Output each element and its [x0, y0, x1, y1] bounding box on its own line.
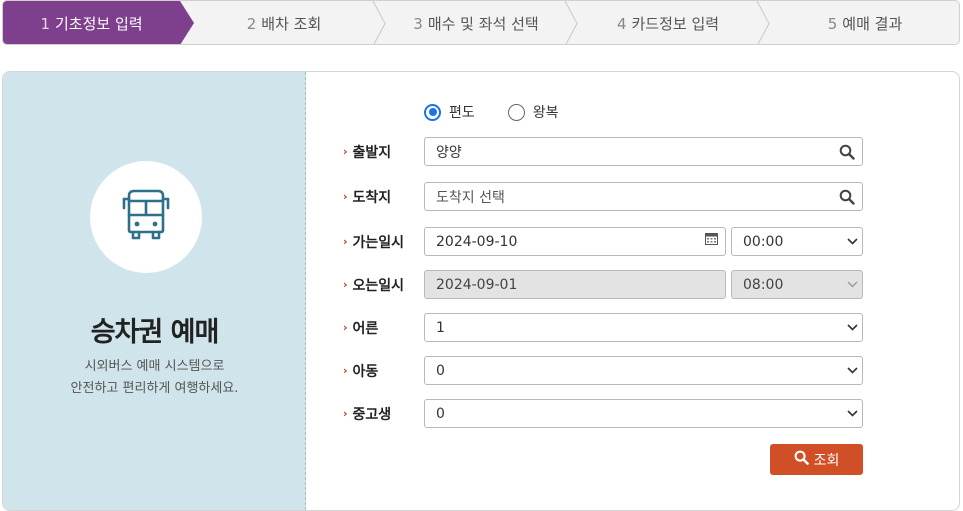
arrival-label: › 도착지 [343, 182, 391, 211]
step-divider [564, 1, 578, 44]
adult-row: › 어른 1 [343, 313, 863, 342]
chevron-right-icon: › [343, 190, 348, 203]
booking-description: 시외버스 예매 시스템으로 안전하고 편리하게 여행하세요. [3, 356, 306, 400]
step-1-label: 기초정보 입력 [54, 15, 143, 33]
student-count-value: 0 [436, 405, 445, 422]
arrival-placeholder: 도착지 선택 [436, 189, 505, 206]
departure-label-text: 출발지 [352, 144, 392, 161]
step-3-label: 매수 및 좌석 선택 [427, 15, 539, 33]
search-icon[interactable] [839, 189, 855, 209]
student-label: › 중고생 [343, 399, 391, 428]
depart-date-value: 2024-09-10 [436, 233, 518, 250]
step-5-number: 5 [827, 14, 838, 33]
student-count-select[interactable]: 0 [424, 399, 863, 428]
return-datetime-label: › 오는일시 [343, 270, 404, 299]
radio-selected-icon[interactable] [424, 103, 441, 121]
chevron-right-icon: › [343, 278, 348, 291]
round-trip-label: 왕복 [532, 105, 559, 121]
calendar-icon[interactable] [705, 232, 718, 249]
radio-unselected-icon[interactable] [507, 103, 525, 121]
step-4: 4 카드정보 입력 [578, 1, 758, 44]
departure-row: › 출발지 양양 [343, 137, 863, 166]
chevron-down-icon[interactable] [842, 228, 862, 255]
adult-count-select[interactable]: 1 [424, 313, 863, 342]
child-label-text: 아동 [352, 363, 379, 380]
step-divider [372, 1, 386, 44]
step-1: 1 기초정보 입력 [3, 1, 180, 44]
chevron-down-icon[interactable] [842, 314, 862, 341]
description-line-1: 시외버스 예매 시스템으로 [84, 359, 225, 374]
step-5: 5 예매 결과 [770, 1, 959, 44]
depart-datetime-row: › 가는일시 2024-09-10 00:00 [343, 227, 863, 256]
step-1-number: 1 [40, 14, 50, 33]
chevron-down-icon[interactable] [842, 400, 862, 427]
child-row: › 아동 0 [343, 356, 863, 385]
chevron-down-icon[interactable] [842, 357, 862, 384]
chevron-right-icon: › [343, 235, 348, 248]
departure-value: 양양 [436, 144, 462, 161]
step-progress-bar: 1 기초정보 입력 2 배차 조회 3 매수 및 좌석 선택 4 카드정보 입력… [2, 0, 960, 45]
child-count-select[interactable]: 0 [424, 356, 863, 385]
depart-date-input[interactable]: 2024-09-10 [424, 227, 726, 256]
step-5-label: 예매 결과 [842, 15, 903, 33]
chevron-right-icon: › [343, 407, 348, 420]
booking-title: 승차권 예매 [90, 317, 220, 348]
search-icon[interactable] [839, 144, 855, 164]
depart-datetime-label-text: 가는일시 [352, 234, 405, 251]
trip-type-radio-group: 편도 왕복 [424, 102, 559, 122]
booking-sidebar: 승차권 예매 시외버스 예매 시스템으로 안전하고 편리하게 여행하세요. [3, 72, 306, 510]
search-button[interactable]: 조회 [770, 444, 863, 475]
arrival-input[interactable]: 도착지 선택 [424, 182, 863, 211]
return-time-value: 08:00 [743, 276, 784, 293]
round-trip-radio[interactable]: 왕복 [507, 102, 559, 122]
step-2-label: 배차 조회 [261, 15, 322, 33]
search-icon [794, 450, 814, 469]
arrival-label-text: 도착지 [352, 189, 392, 206]
student-row: › 중고생 0 [343, 399, 863, 428]
step-3: 3 매수 및 좌석 선택 [386, 1, 566, 44]
one-way-label: 편도 [449, 105, 475, 121]
chevron-right-icon: › [343, 145, 348, 158]
chevron-right-icon: › [343, 321, 348, 334]
step-3-number: 3 [413, 14, 423, 33]
adult-label: › 어른 [343, 313, 378, 342]
search-button-label: 조회 [813, 452, 840, 469]
step-4-number: 4 [616, 14, 627, 33]
step-4-label: 카드정보 입력 [631, 15, 720, 33]
one-way-radio[interactable]: 편도 [424, 102, 475, 122]
step-2: 2 배차 조회 [194, 1, 374, 44]
arrival-row: › 도착지 도착지 선택 [343, 182, 863, 211]
step-2-number: 2 [246, 14, 257, 33]
bus-icon [120, 188, 172, 246]
chevron-right-icon: › [343, 364, 348, 377]
depart-time-value: 00:00 [743, 233, 784, 250]
return-date-value: 2024-09-01 [436, 276, 518, 293]
child-count-value: 0 [436, 362, 445, 379]
departure-input[interactable]: 양양 [424, 137, 863, 166]
step-divider [756, 1, 770, 44]
description-line-2: 안전하고 편리하게 여행하세요. [70, 381, 239, 396]
chevron-down-icon [842, 271, 862, 298]
active-step-arrow [180, 1, 194, 44]
depart-time-select[interactable]: 00:00 [731, 227, 863, 256]
return-date-input: 2024-09-01 [424, 270, 726, 299]
return-time-select: 08:00 [731, 270, 863, 299]
adult-count-value: 1 [436, 319, 445, 336]
return-datetime-label-text: 오는일시 [352, 277, 405, 294]
departure-label: › 출발지 [343, 137, 391, 166]
return-datetime-row: › 오는일시 2024-09-01 08:00 [343, 270, 863, 299]
depart-datetime-label: › 가는일시 [343, 227, 404, 256]
bus-icon-circle [90, 161, 202, 273]
adult-label-text: 어른 [352, 320, 379, 337]
student-label-text: 중고생 [352, 406, 392, 423]
child-label: › 아동 [343, 356, 378, 385]
